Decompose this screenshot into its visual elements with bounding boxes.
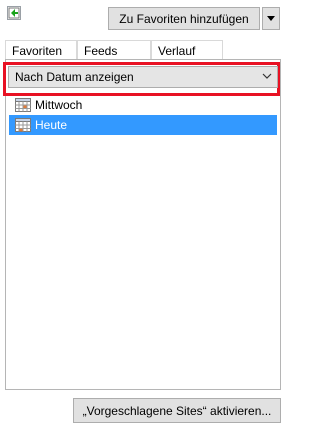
pin-green-arrow-icon xyxy=(8,7,20,19)
add-to-favorites-label: Zu Favoriten hinzufügen xyxy=(119,11,249,26)
tab-history-label: Verlauf xyxy=(158,44,196,58)
history-item-today[interactable]: Heute xyxy=(9,115,277,135)
pin-button[interactable] xyxy=(7,6,21,20)
enable-suggested-sites-label: „Vorgeschlagene Sites“ aktivieren... xyxy=(82,403,272,418)
chevron-down-icon xyxy=(262,73,272,79)
history-item-label: Heute xyxy=(35,118,68,132)
tab-history[interactable]: Verlauf xyxy=(151,40,223,60)
tab-feeds[interactable]: Feeds xyxy=(77,40,151,60)
tab-favorites[interactable]: Favoriten xyxy=(5,40,77,60)
view-mode-value: Nach Datum anzeigen xyxy=(15,70,134,84)
triangle-down-icon xyxy=(267,16,275,21)
view-mode-select[interactable]: Nach Datum anzeigen xyxy=(8,66,278,88)
add-to-favorites-button[interactable]: Zu Favoriten hinzufügen xyxy=(108,7,260,30)
calendar-icon xyxy=(15,118,31,132)
enable-suggested-sites-button[interactable]: „Vorgeschlagene Sites“ aktivieren... xyxy=(73,398,281,423)
add-to-favorites-dropdown[interactable] xyxy=(262,7,280,30)
tab-favorites-label: Favoriten xyxy=(12,44,63,58)
history-item-label: Mittwoch xyxy=(35,98,83,112)
tab-feeds-label: Feeds xyxy=(84,44,118,58)
history-item-wednesday[interactable]: Mittwoch xyxy=(9,95,277,115)
calendar-icon xyxy=(15,98,31,112)
